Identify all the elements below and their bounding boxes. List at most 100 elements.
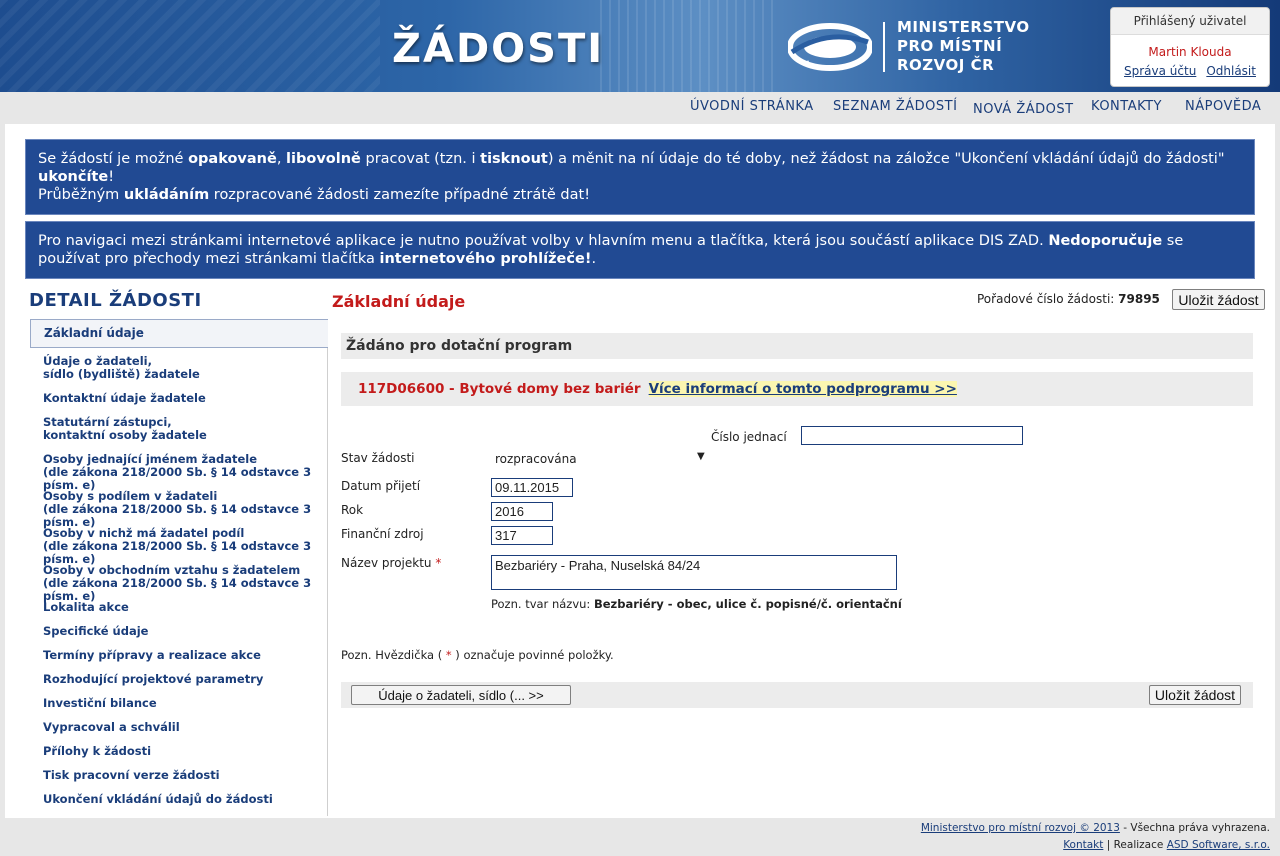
notice1-bold: tisknout bbox=[480, 151, 548, 167]
cislo-jednaci-input[interactable] bbox=[801, 426, 1023, 445]
sidebar-item-label: Údaje o žadateli, bbox=[43, 354, 152, 368]
ministry-separator bbox=[883, 22, 885, 72]
sidebar-item-label: (dle zákona 218/2000 Sb. § 14 odstavce 3… bbox=[43, 465, 312, 492]
panel-title: Žádáno pro dotační program bbox=[341, 333, 1253, 359]
main-content: Se žádostí je možné opakovaně, libovolně… bbox=[5, 124, 1275, 818]
required-mark: * bbox=[435, 556, 442, 570]
notice2-bold: internetového prohlížeče! bbox=[379, 251, 592, 267]
notice2-bold: Nedoporučuje bbox=[1048, 233, 1163, 249]
sidebar-item-label: Osoby s podílem v žadateli bbox=[43, 489, 218, 503]
nazev-hint: Pozn. tvar názvu: Bezbariéry - obec, uli… bbox=[491, 597, 902, 611]
save-button[interactable]: Uložit žádost bbox=[1172, 289, 1265, 310]
sidebar-item-label: (dle zákona 218/2000 Sb. § 14 odstavce 3… bbox=[43, 539, 312, 566]
sidebar-item-specificke-udaje[interactable]: Specifické údaje bbox=[30, 625, 148, 638]
sidebar: Základní údaje Údaje o žadateli, sídlo (b… bbox=[30, 319, 328, 816]
section-title: Základní údaje bbox=[332, 292, 466, 311]
rok-label: Rok bbox=[341, 503, 364, 517]
nav-uvodni-stranka[interactable]: ÚVODNÍ STRÁNKA bbox=[690, 99, 814, 114]
sidebar-item-label: Osoby v nichž má žadatel podíl bbox=[43, 526, 245, 540]
cislo-jednaci-label: Číslo jednací bbox=[711, 430, 787, 444]
rok-input[interactable] bbox=[491, 502, 553, 521]
chevron-down-icon[interactable]: ▼ bbox=[697, 451, 705, 462]
notice1-text: Průběžným bbox=[38, 187, 124, 203]
logout-link[interactable]: Odhlásit bbox=[1206, 64, 1256, 78]
app-title: ŽÁDOSTI bbox=[392, 26, 605, 72]
sidebar-item-ukonceni[interactable]: Ukončení vkládání údajů do žádosti bbox=[30, 793, 273, 806]
footer-line-1: Ministerstvo pro místní rozvoj © 2013 - … bbox=[921, 822, 1270, 834]
footer-line-2: Kontakt | Realizace ASD Software, s.r.o. bbox=[1063, 839, 1270, 851]
user-name: Martin Klouda bbox=[1148, 45, 1232, 59]
save-button-bottom[interactable]: Uložit žádost bbox=[1149, 685, 1241, 705]
sidebar-item-statutarni-zastupci[interactable]: Statutární zástupci, kontaktní osoby žada… bbox=[30, 416, 207, 442]
sidebar-item-label: (dle zákona 218/2000 Sb. § 14 odstavce 3… bbox=[43, 502, 312, 529]
program-code: 117D06600 - Bytové domy bez bariér bbox=[358, 381, 641, 397]
notice1-text: , bbox=[276, 151, 287, 167]
footer-ministry-link[interactable]: Ministerstvo pro místní rozvoj © 2013 bbox=[921, 822, 1120, 834]
sidebar-item-label: Statutární zástupci, bbox=[43, 415, 172, 429]
nazev-hint-bold: Bezbariéry - obec, ulice č. popisné/č. o… bbox=[593, 597, 902, 611]
application-number: Pořadové číslo žádosti: 79895 bbox=[977, 292, 1160, 306]
sidebar-item-prilohy[interactable]: Přílohy k žádosti bbox=[30, 745, 151, 758]
nav-nova-zadost[interactable]: NOVÁ ŽÁDOST bbox=[973, 102, 1074, 117]
nav-seznam-zadosti[interactable]: SEZNAM ŽÁDOSTÍ bbox=[833, 99, 957, 114]
sidebar-item-label: sídlo (bydliště) žadatele bbox=[43, 367, 200, 381]
manage-account-link[interactable]: Správa účtu bbox=[1124, 64, 1196, 78]
sidebar-item-osoby-obchodni-vztah[interactable]: Osoby v obchodním vztahu s žadatelem (dle… bbox=[30, 564, 327, 603]
notice1-text: ) a měnit na ní údaje do té doby, než žá… bbox=[547, 151, 1225, 167]
sidebar-item-udaje-o-zadateli[interactable]: Údaje o žadateli, sídlo (bydliště) žadate… bbox=[30, 355, 200, 381]
sidebar-item-projektove-parametry[interactable]: Rozhodující projektové parametry bbox=[30, 673, 263, 686]
sidebar-item-label: Osoby jednající jménem žadatele bbox=[43, 452, 258, 466]
sidebar-item-lokalita-akce[interactable]: Lokalita akce bbox=[30, 601, 129, 614]
program-info-link[interactable]: Více informací o tomto podprogramu >> bbox=[648, 381, 957, 397]
sidebar-item-vypracoval[interactable]: Vypracoval a schválil bbox=[30, 721, 180, 734]
notice1-text: pracovat (tzn. i bbox=[360, 151, 481, 167]
nav-kontakty[interactable]: KONTAKTY bbox=[1091, 99, 1162, 114]
notice1-text: rozpracované žádosti zamezíte případné z… bbox=[209, 187, 591, 203]
program-box: 117D06600 - Bytové domy bez bariér Více i… bbox=[341, 372, 1253, 406]
notice1-bold: ukládáním bbox=[123, 187, 210, 203]
notice1-bold: libovolně bbox=[286, 151, 361, 167]
notice1-bold: opakovaně bbox=[188, 151, 277, 167]
banner-decoration bbox=[0, 0, 380, 92]
sidebar-item-osoby-s-podilem[interactable]: Osoby s podílem v žadateli (dle zákona 21… bbox=[30, 490, 327, 529]
application-number-label: Pořadové číslo žádosti: bbox=[977, 292, 1115, 306]
user-links: Správa účtu Odhlásit bbox=[1111, 64, 1269, 78]
sidebar-item-label: kontaktní osoby žadatele bbox=[43, 428, 207, 442]
banner-chart-decoration bbox=[600, 0, 780, 92]
footer-kontakt-link[interactable]: Kontakt bbox=[1063, 839, 1103, 851]
required-note: Pozn. Hvězdička ( * ) označuje povinné p… bbox=[341, 648, 614, 662]
ministry-logo-icon bbox=[788, 23, 872, 71]
notice2-text: . bbox=[591, 251, 597, 267]
sidebar-item-investicni-bilance[interactable]: Investiční bilance bbox=[30, 697, 157, 710]
nazev-hint-prefix: Pozn. tvar názvu: bbox=[491, 597, 594, 611]
ministry-line-3: ROZVOJ ČR bbox=[897, 56, 995, 74]
sidebar-item-zakladni-udaje[interactable]: Základní údaje bbox=[30, 319, 328, 348]
required-note-text: ) označuje povinné položky. bbox=[451, 648, 614, 662]
user-box: Přihlášený uživatel Martin Klouda Správa… bbox=[1110, 7, 1270, 87]
nazev-label: Název projektu * bbox=[341, 556, 441, 570]
header-banner: ŽÁDOSTI MINISTERSTVO PRO MÍSTNÍ ROZVOJ Č… bbox=[0, 0, 1280, 92]
footer-realizace: | Realizace bbox=[1103, 839, 1167, 851]
sidebar-item-kontaktni-udaje[interactable]: Kontaktní údaje žadatele bbox=[30, 392, 206, 405]
zdroj-input[interactable] bbox=[491, 526, 553, 545]
footer-asd-link[interactable]: ASD Software, s.r.o. bbox=[1167, 839, 1270, 851]
sidebar-item-osoby-v-nichz[interactable]: Osoby v nichž má žadatel podíl (dle zákon… bbox=[30, 527, 327, 566]
ministry-name: MINISTERSTVO PRO MÍSTNÍ ROZVOJ ČR bbox=[897, 18, 1030, 75]
next-page-button[interactable]: Údaje o žadateli, sídlo (... >> bbox=[351, 685, 571, 705]
nazev-textarea[interactable]: Bezbariéry - Praha, Nuselská 84/24 bbox=[491, 555, 897, 590]
sidebar-item-osoby-jednajici[interactable]: Osoby jednající jménem žadatele (dle záko… bbox=[30, 453, 327, 492]
notice-edit-info: Se žádostí je možné opakovaně, libovolně… bbox=[25, 139, 1255, 215]
notice1-text: ! bbox=[108, 169, 115, 185]
datum-label: Datum přijetí bbox=[341, 479, 421, 493]
required-note-text: Pozn. Hvězdička ( bbox=[341, 648, 446, 662]
sidebar-item-terminy[interactable]: Termíny přípravy a realizace akce bbox=[30, 649, 261, 662]
datum-input[interactable] bbox=[491, 478, 573, 497]
nav-napoveda[interactable]: NÁPOVĚDA bbox=[1185, 99, 1261, 114]
ministry-line-2: PRO MÍSTNÍ bbox=[897, 37, 1003, 55]
notice1-bold: ukončíte bbox=[38, 169, 109, 185]
zdroj-label: Finanční zdroj bbox=[341, 527, 424, 541]
stav-select[interactable]: rozpracována bbox=[495, 452, 577, 466]
sidebar-item-label: Osoby v obchodním vztahu s žadatelem bbox=[43, 563, 301, 577]
notice1-text: Se žádostí je možné bbox=[38, 151, 189, 167]
sidebar-item-tisk[interactable]: Tisk pracovní verze žádosti bbox=[30, 769, 220, 782]
